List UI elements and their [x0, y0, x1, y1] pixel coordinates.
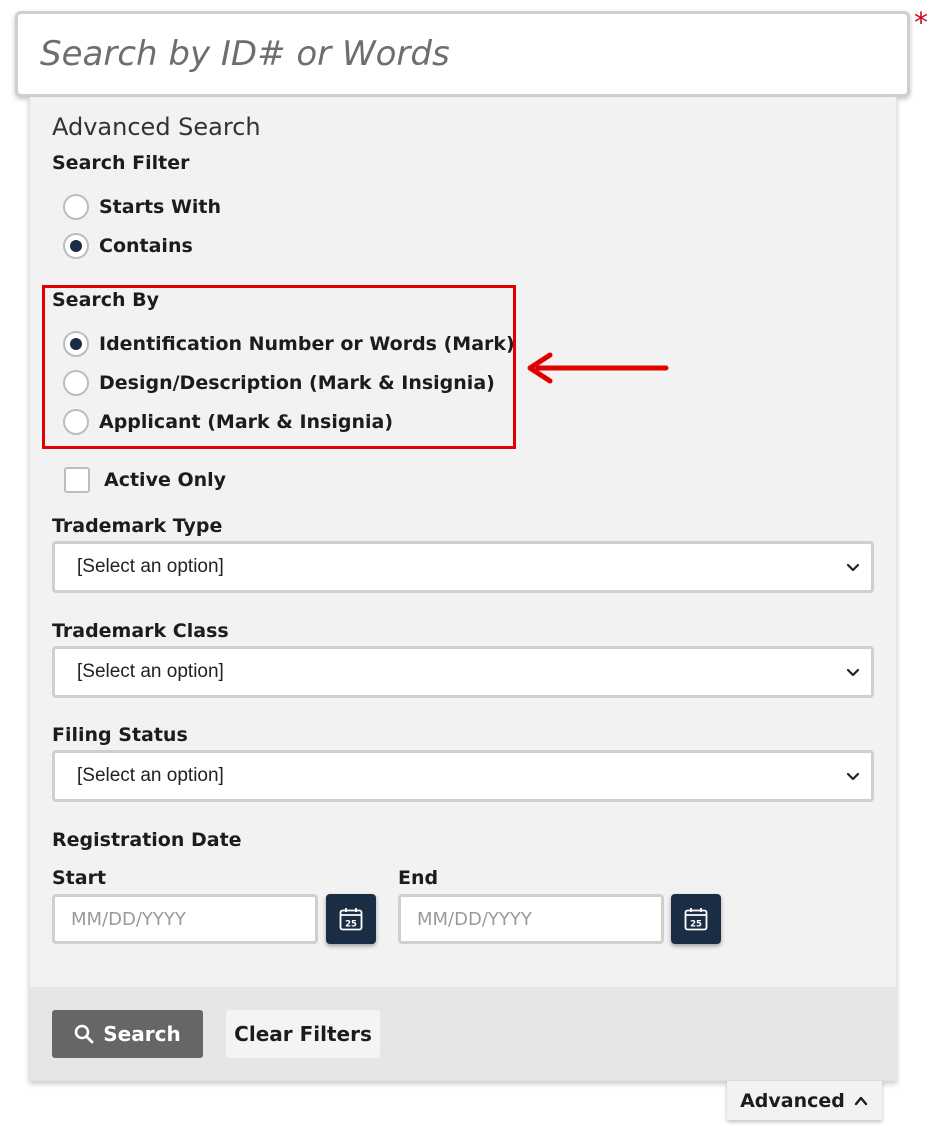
- advanced-search-panel: Advanced Search Search Filter Starts Wit…: [29, 97, 897, 1081]
- trademark-class-label: Trademark Class: [52, 620, 229, 642]
- radio-applicant[interactable]: Applicant (Mark & Insignia): [63, 409, 393, 435]
- svg-text:25: 25: [690, 920, 702, 930]
- calendar-icon: 25: [339, 908, 363, 931]
- radio-button[interactable]: [63, 233, 89, 259]
- radio-label: Contains: [99, 235, 193, 257]
- active-only-label: Active Only: [104, 469, 227, 491]
- advanced-toggle-button[interactable]: Advanced: [727, 1081, 882, 1120]
- radio-label: Design/Description (Mark & Insignia): [99, 372, 495, 394]
- end-date-input[interactable]: [398, 894, 664, 944]
- clear-filters-label: Clear Filters: [234, 1022, 372, 1046]
- active-only-checkbox-row[interactable]: Active Only: [64, 467, 226, 493]
- chevron-down-icon: [846, 563, 860, 572]
- chevron-down-icon: [846, 772, 860, 781]
- end-date-label: End: [398, 867, 439, 889]
- radio-button[interactable]: [63, 331, 89, 357]
- search-filter-label: Search Filter: [52, 152, 190, 174]
- radio-button[interactable]: [63, 370, 89, 396]
- radio-starts-with[interactable]: Starts With: [63, 194, 221, 220]
- svg-text:25: 25: [345, 920, 357, 930]
- start-calendar-button[interactable]: 25: [326, 894, 376, 944]
- select-value: [Select an option]: [77, 765, 224, 786]
- search-by-label: Search By: [52, 289, 160, 311]
- calendar-icon: 25: [684, 908, 708, 931]
- select-value: [Select an option]: [77, 556, 224, 577]
- select-value: [Select an option]: [77, 661, 224, 682]
- arrow-left-icon: [527, 352, 669, 384]
- filing-status-select[interactable]: [Select an option]: [52, 750, 874, 802]
- trademark-type-label: Trademark Type: [52, 515, 223, 537]
- trademark-type-select[interactable]: [Select an option]: [52, 541, 874, 593]
- chevron-down-icon: [846, 668, 860, 677]
- radio-contains[interactable]: Contains: [63, 233, 193, 259]
- search-button[interactable]: Search: [52, 1010, 203, 1058]
- required-marker: *: [914, 6, 928, 39]
- radio-identification[interactable]: Identification Number or Words (Mark): [63, 331, 515, 357]
- start-date-input[interactable]: [52, 894, 318, 944]
- radio-button[interactable]: [63, 409, 89, 435]
- clear-filters-button[interactable]: Clear Filters: [226, 1010, 380, 1058]
- radio-button[interactable]: [63, 194, 89, 220]
- start-date-label: Start: [52, 867, 107, 889]
- active-only-checkbox[interactable]: [64, 467, 90, 493]
- radio-label: Applicant (Mark & Insignia): [99, 411, 394, 433]
- filing-status-label: Filing Status: [52, 724, 188, 746]
- main-search-input[interactable]: [15, 11, 910, 97]
- panel-title: Advanced Search: [52, 113, 261, 141]
- chevron-up-icon: [854, 1096, 868, 1105]
- end-calendar-button[interactable]: 25: [671, 894, 721, 944]
- registration-date-label: Registration Date: [52, 829, 242, 851]
- radio-design-description[interactable]: Design/Description (Mark & Insignia): [63, 370, 495, 396]
- radio-label: Identification Number or Words (Mark): [99, 333, 515, 355]
- search-button-label: Search: [103, 1022, 181, 1046]
- trademark-class-select[interactable]: [Select an option]: [52, 646, 874, 698]
- magnifier-icon: [74, 1024, 94, 1044]
- advanced-toggle-label: Advanced: [740, 1089, 845, 1112]
- radio-label: Starts With: [99, 196, 222, 218]
- panel-footer: Search Clear Filters: [30, 987, 896, 1080]
